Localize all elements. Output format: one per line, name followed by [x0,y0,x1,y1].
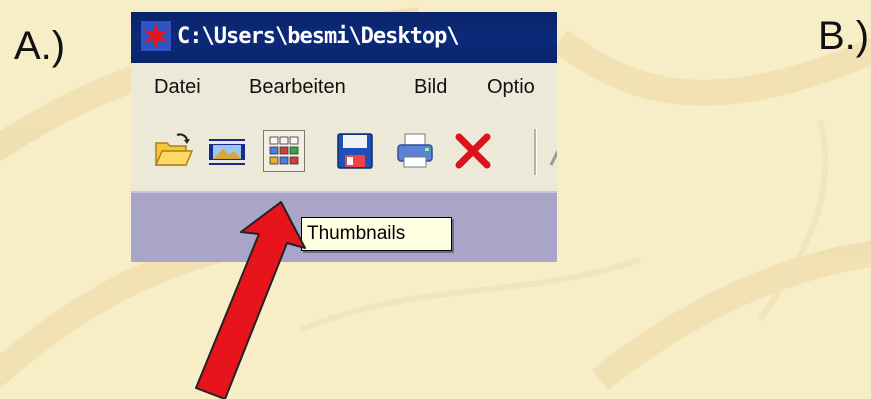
save-icon[interactable] [335,131,375,171]
open-folder-icon[interactable] [153,131,193,171]
thumbnails-icon[interactable] [263,130,305,172]
menu-datei[interactable]: Datei [154,76,201,99]
menu-optionen[interactable]: Optio [487,76,535,99]
toolbar [131,115,557,191]
print-icon[interactable] [395,131,435,171]
panel-label-a: A.) [14,24,66,68]
thumbnails-tooltip: Thumbnails [301,217,452,251]
title-bar: C:\Users\besmi\Desktop\ [131,12,557,63]
menu-bearbeiten[interactable]: Bearbeiten [249,76,346,99]
menu-bild[interactable]: Bild [414,76,447,99]
toolbar-separator [534,129,537,175]
panel-label-b: B.) [818,14,870,58]
slideshow-icon[interactable] [207,131,247,171]
window-title: C:\Users\besmi\Desktop\ [177,24,460,49]
delete-icon[interactable] [453,131,493,171]
menu-bar: Datei Bearbeiten Bild Optio [131,63,557,115]
app-logo-icon [141,21,171,51]
cut-icon[interactable] [541,131,557,171]
